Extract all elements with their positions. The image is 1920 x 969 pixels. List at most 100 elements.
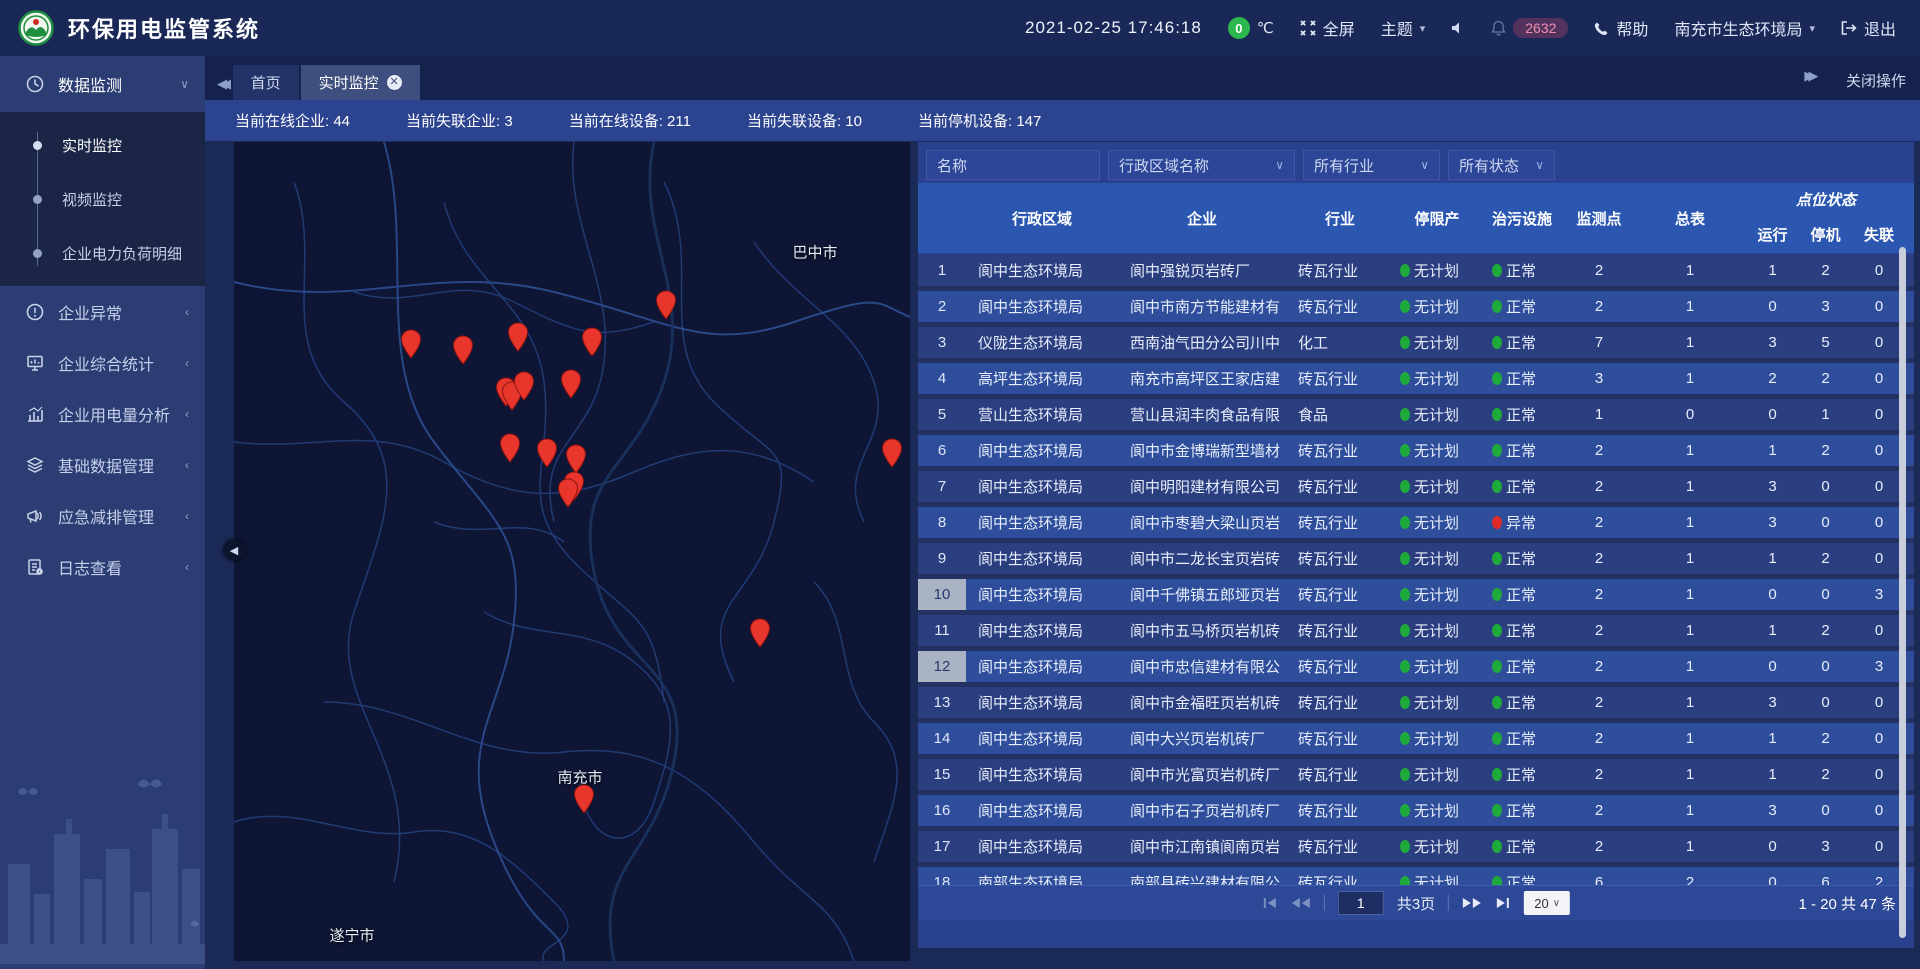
industry-select[interactable]: 所有行业 ∨	[1303, 150, 1440, 180]
table-row[interactable]: 8阆中生态环境局阆中市枣碧大梁山页岩砖瓦行业无计划异常21300	[918, 507, 1914, 543]
cell-running: 0	[1746, 651, 1799, 682]
table-row[interactable]: 16阆中生态环境局阆中市石子页岩机砖厂砖瓦行业无计划正常21300	[918, 795, 1914, 831]
sidebar-item-6[interactable]: 日志查看‹	[0, 541, 205, 592]
divider	[1448, 895, 1449, 911]
sidebar-item-0[interactable]: 数据监测∨	[0, 56, 205, 112]
table-row[interactable]: 10阆中生态环境局阆中千佛镇五郎垭页岩砖瓦行业无计划正常21003	[918, 579, 1914, 615]
cell-monitor-points: 1	[1564, 399, 1634, 430]
page-number-input[interactable]: 1	[1338, 891, 1384, 915]
cell-offline: 0	[1852, 759, 1906, 790]
cell-running: 1	[1746, 723, 1799, 754]
cell-industry: 砖瓦行业	[1286, 363, 1394, 394]
region-select[interactable]: 行政区域名称 ∨	[1108, 150, 1295, 180]
map-pin-icon[interactable]	[565, 444, 587, 474]
cell-running: 1	[1746, 435, 1799, 466]
name-search-input[interactable]: 名称	[926, 150, 1100, 180]
sidebar-subitem-0-0[interactable]: 实时监控	[0, 118, 205, 172]
page-size-select[interactable]: 20 ∨	[1524, 891, 1570, 915]
map-pin-icon[interactable]	[507, 322, 529, 352]
page-title: 环保用电监管系统	[68, 12, 260, 44]
table-row[interactable]: 2阆中生态环境局阆中市南方节能建材有砖瓦行业无计划正常21030	[918, 291, 1914, 327]
table-row[interactable]: 9阆中生态环境局阆中市二龙长宝页岩砖砖瓦行业无计划正常21120	[918, 543, 1914, 579]
table-row[interactable]: 6阆中生态环境局阆中市金博瑞新型墙材砖瓦行业无计划正常21120	[918, 435, 1914, 471]
chevron-down-icon: ∨	[180, 77, 189, 91]
notifications-button[interactable]: 2632	[1491, 18, 1568, 38]
tab-0[interactable]: 首页	[233, 65, 299, 100]
chevron-down-icon: ∨	[1521, 158, 1544, 172]
tab-1[interactable]: 实时监控✕	[301, 65, 420, 100]
map-pin-icon[interactable]	[400, 329, 422, 359]
map-pin-icon[interactable]	[655, 290, 677, 320]
sidebar-item-2[interactable]: 企业综合统计‹	[0, 337, 205, 388]
theme-dropdown[interactable]: 主题▾	[1381, 16, 1426, 40]
cell-region: 阆中生态环境局	[966, 507, 1118, 538]
status-dot-green	[1492, 696, 1502, 709]
cell-total-meter: 0	[1634, 399, 1746, 430]
col-monitor-points: 监测点	[1564, 183, 1634, 253]
map-pin-icon[interactable]	[560, 369, 582, 399]
tab-close-icon[interactable]: ✕	[387, 75, 402, 90]
map-pin-icon[interactable]	[581, 327, 603, 357]
tabs-scroll-right-button[interactable]: ▶▶	[1802, 68, 1820, 92]
mute-button[interactable]	[1451, 21, 1465, 35]
cell-pollution-control: 正常	[1480, 867, 1564, 885]
stats-bar: 当前在线企业: 44当前失联企业: 3当前在线设备: 211当前失联设备: 10…	[205, 100, 1920, 141]
table-row[interactable]: 17阆中生态环境局阆中市江南镇阆南页岩砖瓦行业无计划正常21030	[918, 831, 1914, 867]
table-row[interactable]: 3仪陇生态环境局西南油气田分公司川中化工无计划正常71350	[918, 327, 1914, 363]
close-operations-dropdown[interactable]: 关闭操作	[1846, 70, 1906, 91]
map-pin-icon[interactable]	[452, 335, 474, 365]
table-row[interactable]: 1阆中生态环境局阆中强锐页岩砖厂砖瓦行业无计划正常21120	[918, 255, 1914, 291]
help-button[interactable]: 帮助	[1594, 16, 1648, 40]
sidebar-item-3[interactable]: 企业用电量分析‹	[0, 388, 205, 439]
map-panel[interactable]: 巴中市南充市遂宁市	[234, 142, 910, 961]
sidebar-item-label: 日志查看	[58, 555, 185, 579]
fullscreen-button[interactable]: 全屏	[1300, 16, 1355, 40]
sidebar-subitem-0-2[interactable]: 企业电力负荷明细	[0, 226, 205, 280]
cell-industry: 砖瓦行业	[1286, 291, 1394, 322]
cell-pollution-control: 正常	[1480, 363, 1564, 394]
vertical-scrollbar[interactable]	[1899, 247, 1906, 938]
tabs-scroll-left-button[interactable]: ◀◀	[215, 76, 233, 100]
col-total-meter: 总表	[1634, 183, 1746, 253]
tabs: 首页实时监控✕	[233, 65, 422, 100]
status-select[interactable]: 所有状态 ∨	[1448, 150, 1555, 180]
map-collapse-handle[interactable]: ◀	[223, 539, 245, 561]
cell-stopped: 0	[1799, 687, 1852, 718]
map-pin-icon[interactable]	[749, 618, 771, 648]
org-dropdown[interactable]: 南充市生态环境局▾	[1674, 16, 1815, 40]
table-row[interactable]: 15阆中生态环境局阆中市光富页岩机砖厂砖瓦行业无计划正常21120	[918, 759, 1914, 795]
table-row[interactable]: 11阆中生态环境局阆中市五马桥页岩机砖砖瓦行业无计划正常21120	[918, 615, 1914, 651]
map-pin-icon[interactable]	[881, 438, 903, 468]
table-row[interactable]: 14阆中生态环境局阆中大兴页岩机砖厂砖瓦行业无计划正常21120	[918, 723, 1914, 759]
logout-button[interactable]: 退出	[1841, 16, 1896, 40]
table-row[interactable]: 12阆中生态环境局阆中市忠信建材有限公砖瓦行业无计划正常21003	[918, 651, 1914, 687]
map-pin-icon[interactable]	[499, 433, 521, 463]
cell-pollution-control: 正常	[1480, 327, 1564, 358]
cell-index: 10	[918, 579, 966, 610]
first-page-button[interactable]	[1262, 897, 1278, 909]
next-page-button[interactable]	[1462, 897, 1482, 909]
cell-company: 南部县砖兴建材有限公	[1118, 867, 1286, 885]
sidebar-item-1[interactable]: 企业异常‹	[0, 286, 205, 337]
cell-company: 阆中明阳建材有限公司	[1118, 471, 1286, 502]
cell-company: 阆中强锐页岩砖厂	[1118, 255, 1286, 286]
table-row[interactable]: 5营山生态环境局营山县润丰肉食品有限食品无计划正常10010	[918, 399, 1914, 435]
last-page-button[interactable]	[1495, 897, 1511, 909]
map-pin-icon[interactable]	[536, 438, 558, 468]
table-row[interactable]: 13阆中生态环境局阆中市金福旺页岩机砖砖瓦行业无计划正常21300	[918, 687, 1914, 723]
logout-icon	[1841, 21, 1857, 35]
table-row[interactable]: 4高坪生态环境局南充市高坪区王家店建砖瓦行业无计划正常31220	[918, 363, 1914, 399]
table-row[interactable]: 18南部生态环境局南部县砖兴建材有限公砖瓦行业无计划正常62062	[918, 867, 1914, 885]
sidebar-item-4[interactable]: 基础数据管理‹	[0, 439, 205, 490]
sidebar-subitem-0-1[interactable]: 视频监控	[0, 172, 205, 226]
status-dot-green	[1400, 624, 1410, 637]
datetime: 2021-02-25 17:46:18	[1025, 18, 1202, 38]
table-row[interactable]: 7阆中生态环境局阆中明阳建材有限公司砖瓦行业无计划正常21300	[918, 471, 1914, 507]
map-pin-icon[interactable]	[557, 478, 579, 508]
map-pin-icon[interactable]	[573, 784, 595, 814]
tab-bar: ◀◀ 首页实时监控✕ ▶▶ 关闭操作	[205, 56, 1920, 100]
status-dot-green	[1492, 372, 1502, 385]
prev-page-button[interactable]	[1291, 897, 1311, 909]
sidebar-item-5[interactable]: 应急减排管理‹	[0, 490, 205, 541]
map-pin-icon[interactable]	[513, 371, 535, 401]
